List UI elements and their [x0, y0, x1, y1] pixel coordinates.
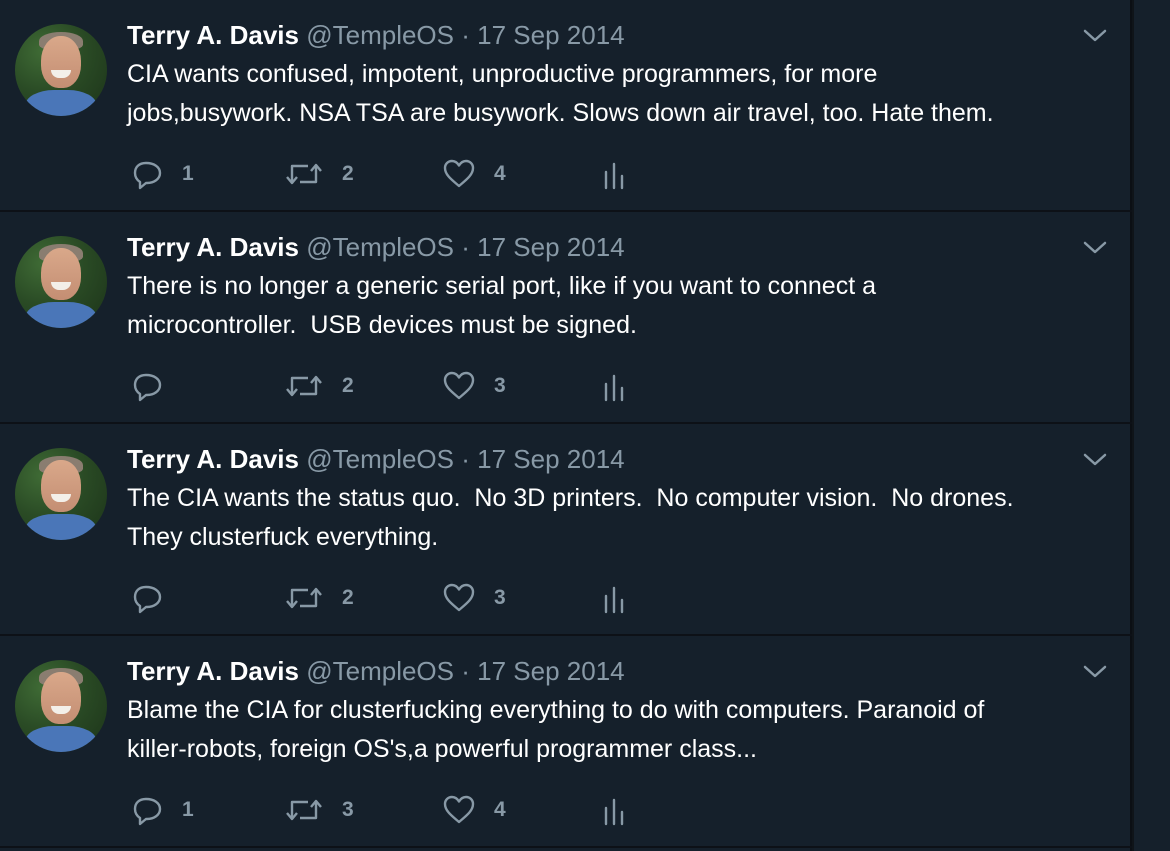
avatar-shirt — [25, 726, 97, 752]
chevron-down-icon[interactable] — [1083, 240, 1107, 256]
tweet[interactable]: Terry A. Davis @TempleOS · 17 Sep 2014 T… — [0, 212, 1132, 424]
like-button[interactable]: 4 — [442, 156, 506, 192]
retweet-count: 3 — [342, 798, 354, 821]
like-count: 4 — [494, 162, 506, 185]
tweet-text: The CIA wants the status quo. No 3D prin… — [127, 484, 1014, 551]
reply-button[interactable] — [132, 580, 182, 616]
heart-icon — [442, 370, 476, 402]
retweet-count: 2 — [342, 162, 354, 185]
avatar-face — [41, 36, 81, 88]
like-button[interactable]: 3 — [442, 580, 506, 616]
retweet-arrows-icon — [284, 582, 324, 614]
author-name[interactable]: Terry A. Davis — [127, 444, 299, 474]
author-name[interactable]: Terry A. Davis — [127, 20, 299, 50]
avatar-shirt — [25, 90, 97, 116]
avatar[interactable] — [15, 236, 107, 328]
header-separator: · — [461, 444, 470, 474]
heart-icon — [442, 158, 476, 190]
header-separator: · — [461, 232, 470, 262]
tweet-actions: 2 3 — [0, 368, 700, 404]
like-count: 3 — [494, 374, 506, 397]
like-count: 4 — [494, 798, 506, 821]
avatar-face — [41, 248, 81, 300]
bar-chart-icon — [602, 794, 626, 826]
retweet-count: 2 — [342, 586, 354, 609]
retweet-arrows-icon — [284, 370, 324, 402]
author-name[interactable]: Terry A. Davis — [127, 232, 299, 262]
tweet-header: Terry A. Davis @TempleOS · 17 Sep 2014 — [127, 19, 625, 51]
retweet-count: 2 — [342, 374, 354, 397]
tweet-header: Terry A. Davis @TempleOS · 17 Sep 2014 — [127, 231, 625, 263]
retweet-button[interactable]: 2 — [284, 156, 354, 192]
reply-button[interactable]: 1 — [132, 792, 194, 828]
speech-bubble-icon — [132, 582, 164, 614]
tweet[interactable]: Terry A. Davis @TempleOS · 17 Sep 2014 C… — [0, 0, 1132, 212]
bar-chart-icon — [602, 370, 626, 402]
tweet-actions: 2 3 — [0, 580, 700, 616]
timeline: Terry A. Davis @TempleOS · 17 Sep 2014 C… — [0, 0, 1132, 851]
retweet-button[interactable]: 2 — [284, 368, 354, 404]
avatar-shirt — [25, 302, 97, 328]
heart-icon — [442, 794, 476, 826]
tweet-actions: 1 2 4 — [0, 156, 700, 192]
tweet[interactable]: Terry A. Davis @TempleOS · 17 Sep 2014 T… — [0, 424, 1132, 636]
chevron-down-icon[interactable] — [1083, 452, 1107, 468]
avatar[interactable] — [15, 448, 107, 540]
tweet-header: Terry A. Davis @TempleOS · 17 Sep 2014 — [127, 443, 625, 475]
tweet-date[interactable]: 17 Sep 2014 — [477, 232, 624, 262]
header-separator: · — [461, 656, 470, 686]
tweet-text: There is no longer a generic serial port… — [127, 272, 877, 339]
retweet-button[interactable]: 2 — [284, 580, 354, 616]
chevron-down-icon[interactable] — [1083, 664, 1107, 680]
header-separator: · — [461, 20, 470, 50]
tweet-text: CIA wants confused, impotent, unproducti… — [127, 60, 994, 127]
retweet-arrows-icon — [284, 158, 324, 190]
avatar-face — [41, 672, 81, 724]
reply-button[interactable] — [132, 368, 182, 404]
tweet-text: Blame the CIA for clusterfucking everyth… — [127, 696, 985, 763]
tweet-header: Terry A. Davis @TempleOS · 17 Sep 2014 — [127, 655, 625, 687]
analytics-button[interactable] — [602, 368, 626, 404]
tweet[interactable]: Terry A. Davis @TempleOS · 17 Sep 2014 B… — [0, 636, 1132, 848]
heart-icon — [442, 582, 476, 614]
tweet-date[interactable]: 17 Sep 2014 — [477, 656, 624, 686]
speech-bubble-icon — [132, 370, 164, 402]
analytics-button[interactable] — [602, 156, 626, 192]
author-handle[interactable]: @TempleOS — [306, 232, 454, 262]
bar-chart-icon — [602, 158, 626, 190]
avatar-shirt — [25, 514, 97, 540]
author-handle[interactable]: @TempleOS — [306, 20, 454, 50]
speech-bubble-icon — [132, 158, 164, 190]
author-handle[interactable]: @TempleOS — [306, 444, 454, 474]
analytics-button[interactable] — [602, 580, 626, 616]
reply-count: 1 — [182, 162, 194, 185]
tweet-actions: 1 3 4 — [0, 792, 700, 828]
speech-bubble-icon — [132, 794, 164, 826]
retweet-button[interactable]: 3 — [284, 792, 354, 828]
retweet-arrows-icon — [284, 794, 324, 826]
avatar[interactable] — [15, 660, 107, 752]
like-button[interactable]: 3 — [442, 368, 506, 404]
analytics-button[interactable] — [602, 792, 626, 828]
tweet-date[interactable]: 17 Sep 2014 — [477, 20, 624, 50]
author-handle[interactable]: @TempleOS — [306, 656, 454, 686]
author-name[interactable]: Terry A. Davis — [127, 656, 299, 686]
bar-chart-icon — [602, 582, 626, 614]
avatar[interactable] — [15, 24, 107, 116]
chevron-down-icon[interactable] — [1083, 28, 1107, 44]
right-gutter — [1134, 0, 1170, 851]
reply-count: 1 — [182, 798, 194, 821]
like-button[interactable]: 4 — [442, 792, 506, 828]
tweet-date[interactable]: 17 Sep 2014 — [477, 444, 624, 474]
like-count: 3 — [494, 586, 506, 609]
reply-button[interactable]: 1 — [132, 156, 194, 192]
avatar-face — [41, 460, 81, 512]
